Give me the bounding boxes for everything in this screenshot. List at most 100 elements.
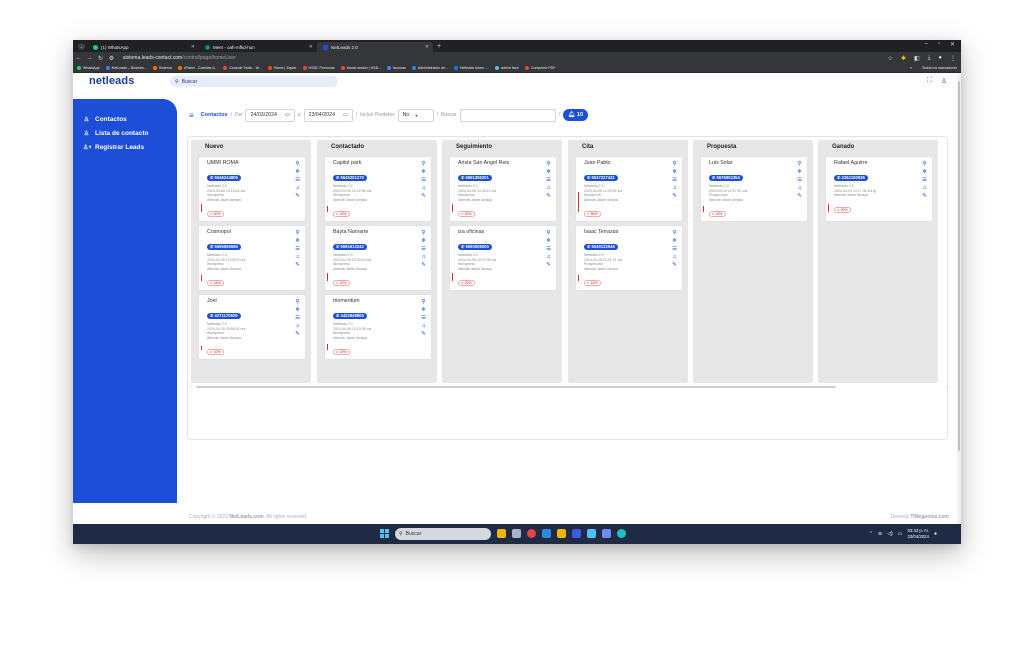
tab-search-icon[interactable]: ⌄ [78,42,85,50]
notes-icon[interactable]: ☰ [421,246,426,252]
perdidos-select[interactable]: No ▾ [397,108,434,122]
search-icon[interactable]: ⚲ [922,161,927,167]
phone-badge[interactable]: ✆ 5546244805 [207,174,241,181]
scroll-left-icon[interactable]: ‹ [190,384,191,389]
search-icon[interactable]: ⚲ [672,230,677,236]
search-icon[interactable]: ⚲ [295,230,300,236]
tab-whatsapp[interactable]: (1) WhatsApp ✕ [87,42,199,52]
hamburger-menu-icon[interactable]: ≡ [189,111,194,120]
search-icon[interactable]: ⚲ [421,161,426,167]
lead-card[interactable]: Cosmopol ✆ 5555555555 Netleads 2.0 2024-04-0… [199,226,305,290]
bookmark-item[interactable]: Iniciar sesión | HSB... [340,66,381,70]
filter-search-input[interactable] [459,108,556,122]
close-icon[interactable]: ✕ [309,44,313,50]
notes-icon[interactable]: ☰ [672,177,677,183]
calendar-icon[interactable]: ▭ [343,112,348,118]
url-field[interactable]: sistema.leads-contact.com/control/page/h… [123,55,236,61]
notes-icon[interactable]: ☰ [421,177,426,183]
back-icon[interactable]: ← [73,55,84,61]
restore-icon[interactable]: ▫ [938,41,940,48]
app-icon[interactable] [602,529,611,538]
sidebar-item-contactos[interactable]: ♙ Contactos [73,112,177,126]
snowflake-icon[interactable]: ❄ [797,169,802,175]
bell-icon[interactable]: ♫ [295,323,300,329]
sidebar-item-registrar-leads[interactable]: ♙+ Registrar Leads [73,140,177,154]
phone-badge[interactable]: ✆ 5545201270 [333,174,367,181]
bookmark-item[interactable]: Home | Zapier [267,66,297,70]
scrollbar-thumb[interactable] [958,81,960,451]
bell-icon[interactable]: ♫ [672,254,677,260]
lead-card[interactable]: Capitol park ✆ 5545201270 Netleads 2.0 2024-… [325,157,431,221]
notes-icon[interactable]: ☰ [546,177,551,183]
bookmark-item[interactable]: NetLeads – Busines... [105,66,147,70]
chrome-icon[interactable] [527,529,536,538]
notes-icon[interactable]: ☰ [421,315,426,321]
bell-icon[interactable]: ♫ [421,323,426,329]
snowflake-icon[interactable]: ❄ [421,238,426,244]
phone-badge[interactable]: ✆ 4271170929 [207,312,241,319]
global-search[interactable]: ⚲ [170,76,338,87]
breadcrumb-contactos[interactable]: Contactos [201,112,228,118]
lead-card[interactable]: Luis Solar ✆ 5576902354 Netleads 2.0 2024-04… [701,157,807,221]
edit-icon[interactable]: ✎ [546,262,551,268]
bookmark-item[interactable]: facturas [386,66,406,70]
bell-icon[interactable]: ♫ [421,254,426,260]
bookmark-item[interactable]: WhatsApp [77,66,100,70]
menu-icon[interactable]: ⋮ [950,55,956,62]
footer-brand-link[interactable]: NetLeads.com [229,514,263,520]
app-icon[interactable] [572,529,581,538]
search-icon[interactable]: ⚲ [421,230,426,236]
close-icon[interactable]: ✕ [425,44,429,50]
lead-card[interactable]: Bayta Narvarte ✆ 5591613242 Netleads 2.0 202… [325,226,431,290]
board-horizontal-scrollbar[interactable]: ‹ › [190,384,947,389]
lead-card[interactable]: iza oficinas ✆ 5560008000 Netleads 2.0 2024-… [450,226,556,290]
bookmark-item[interactable]: HSBC Personas [302,66,335,70]
tab-netleads[interactable]: NetLeads 2.0 ✕ [317,42,433,52]
battery-icon[interactable]: ▭ [898,531,903,537]
windows-start-icon[interactable] [380,529,389,538]
lead-card[interactable]: Juan Pablo ✆ 5537227431 Netleads 2.0 2024-04… [576,157,682,221]
scrollbar-thumb[interactable] [196,386,836,388]
extension-icon[interactable]: ✱ [901,55,906,62]
edit-icon[interactable]: ✎ [421,262,426,268]
bookmark-item[interactable]: Sistema [152,66,172,70]
phone-badge[interactable]: ✆ 2262100936 [834,174,868,181]
download-icon[interactable]: ⤓ [928,55,931,62]
lead-card[interactable]: Joel ✆ 4271170929 Netleads 2.0 2024-04-18 15… [199,295,305,359]
bookmark-item[interactable]: Netleads token -... [453,66,489,70]
snowflake-icon[interactable]: ❄ [672,169,677,175]
bell-icon[interactable]: ♫ [546,185,551,191]
forward-icon[interactable]: → [84,55,95,61]
scroll-right-icon[interactable]: › [946,384,947,389]
search-icon[interactable]: ⚲ [546,230,551,236]
date-from-input[interactable]: 24/03/2024 ▭ [245,108,295,122]
snowflake-icon[interactable]: ❄ [421,169,426,175]
edit-icon[interactable]: ✎ [295,262,300,268]
site-info-icon[interactable]: ⚙ [106,55,117,62]
date-to-input[interactable]: 23/04/2024 ▭ [303,108,353,122]
lead-card[interactable]: momentum ✆ 4422948800 Netleads 2.0 2024-04-0… [325,295,431,359]
edit-icon[interactable]: ✎ [672,193,677,199]
calendar-icon[interactable]: ▭ [285,112,290,118]
file-explorer-icon[interactable] [497,529,506,538]
bookmark-item[interactable]: cPanel - Cuentas d... [177,66,217,70]
phone-badge[interactable]: ✆ 5591355201 [458,174,492,181]
close-window-icon[interactable]: ✕ [950,41,955,48]
store-icon[interactable] [542,529,551,538]
phone-badge[interactable]: ✆ 4422948800 [333,312,367,319]
edit-icon[interactable]: ✎ [295,193,300,199]
lead-card[interactable]: Isaac Terrazas ✆ 5549122945 Netleads 2.0 202… [576,226,682,290]
taskbar-search[interactable]: ⚲ Buscar [395,528,491,540]
volume-icon[interactable]: ◁) [887,531,893,537]
more-bookmarks-icon[interactable]: » [910,66,912,70]
edit-icon[interactable]: ✎ [797,193,802,199]
folder-icon[interactable] [557,529,566,538]
bookmark-item[interactable]: admin face [495,66,519,70]
snowflake-icon[interactable]: ❄ [546,169,551,175]
snowflake-icon[interactable]: ❄ [672,238,677,244]
notifications-icon[interactable]: ● [934,531,937,537]
snowflake-icon[interactable]: ❄ [295,238,300,244]
fullscreen-icon[interactable]: ⛶ [927,77,932,85]
phone-badge[interactable]: ✆ 5555555555 [207,243,241,250]
notes-icon[interactable]: ☰ [295,315,300,321]
